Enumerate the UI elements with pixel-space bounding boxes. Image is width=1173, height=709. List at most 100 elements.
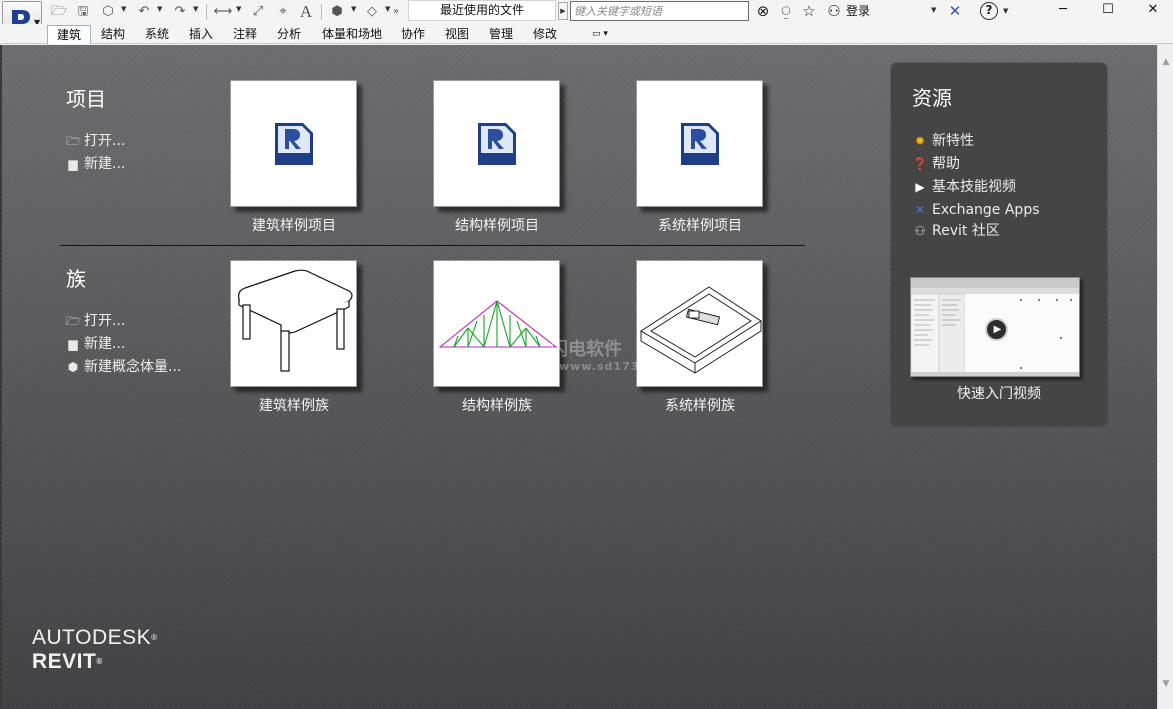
family-open-link[interactable]: 🗁 打开... [66, 311, 125, 331]
undo-icon[interactable]: ↶ [134, 3, 154, 20]
sample-family-architecture[interactable] [230, 260, 357, 387]
revit-community-link[interactable]: ⚇ Revit 社区 [912, 221, 1000, 241]
sample-project-structure[interactable] [433, 80, 560, 207]
scroll-down-icon[interactable]: ▼ [1158, 679, 1173, 695]
tab-architecture[interactable]: 建筑 [47, 25, 91, 44]
vertical-scrollbar[interactable]: ▲ ▼ [1157, 45, 1173, 709]
tab-manage[interactable]: 管理 [483, 25, 519, 44]
recent-files-title: 最近使用的文件 [408, 0, 556, 21]
star-burst-icon: ✹ [914, 134, 926, 148]
sync-icon[interactable]: ⬡ [98, 3, 118, 20]
quick-start-video-thumbnail[interactable]: ▶ [910, 277, 1080, 377]
cube-icon: ⬢ [67, 360, 79, 374]
close-button[interactable]: ✕ [1130, 0, 1173, 22]
save-icon[interactable]: 🖫 [74, 3, 92, 20]
autodesk-revit-brand: AUTODESK® REVIT® [32, 626, 158, 674]
chevron-down-icon[interactable]: ▼ [385, 5, 390, 13]
help-link[interactable]: ❓ 帮助 [912, 154, 960, 174]
quick-start-video-label[interactable]: 快速入门视频 [891, 383, 1107, 403]
brand-autodesk: AUTODESK® [32, 626, 158, 649]
3d-view-icon[interactable]: ⬢ [327, 3, 347, 20]
watermark-text: 闪电软件 [550, 339, 622, 360]
text-icon[interactable]: A [296, 3, 316, 20]
maximize-button[interactable]: ☐ [1085, 0, 1131, 22]
chevron-down-icon[interactable]: ▼ [193, 5, 198, 13]
exchange-apps-icon[interactable]: ✕ [945, 2, 965, 20]
section-icon[interactable]: ◇ [362, 3, 382, 20]
new-document-icon: ▆ [68, 337, 78, 351]
chevron-down-icon[interactable]: ▼ [236, 5, 241, 13]
play-icon[interactable]: ▶ [985, 318, 1008, 341]
tab-annotate[interactable]: 注释 [227, 25, 263, 44]
help-icon[interactable]: ? [980, 2, 998, 20]
open-folder-icon: 🗁 [66, 134, 81, 148]
essential-skills-videos-link[interactable]: ▶ 基本技能视频 [912, 177, 1016, 197]
favorites-star-icon[interactable]: ☆ [800, 2, 818, 20]
sample-family-structure-label[interactable]: 结构样例族 [417, 395, 577, 415]
aligned-dimension-icon[interactable]: ⤢ [248, 3, 268, 20]
binoculars-icon[interactable]: ⊗ [754, 2, 772, 20]
new-document-icon: ▆ [68, 157, 78, 171]
search-expand-icon[interactable]: ▶ [558, 2, 568, 20]
minimize-button[interactable]: ─ [1040, 0, 1086, 22]
sample-family-systems-label[interactable]: 系统样例族 [620, 395, 780, 415]
subscription-icon[interactable]: ⍜ [777, 2, 795, 20]
whats-new-link[interactable]: ✹ 新特性 [912, 131, 974, 151]
tab-systems[interactable]: 系统 [139, 25, 175, 44]
chevron-down-icon[interactable]: ▼ [351, 5, 356, 13]
project-open-label: 打开... [84, 133, 126, 149]
measure-icon[interactable]: ⟷ [212, 3, 234, 20]
tab-structure[interactable]: 结构 [95, 25, 131, 44]
family-new-link[interactable]: ▆ 新建... [66, 334, 125, 354]
project-new-label: 新建... [84, 156, 126, 172]
help-icon: ❓ [912, 157, 928, 171]
sign-in-button[interactable]: 登录 [846, 3, 870, 19]
user-icon[interactable]: ⚇ [825, 2, 843, 20]
resources-panel: 资源 ✹ 新特性 ❓ 帮助 ▶ 基本技能视频 ✕ Exchange Apps ⚇ Revi… [891, 63, 1107, 426]
new-conceptual-mass-link[interactable]: ⬢ 新建概念体量... [66, 357, 182, 377]
chevron-down-icon[interactable]: ▼ [157, 5, 162, 13]
chevron-down-icon[interactable]: ▼ [931, 6, 936, 14]
title-bar: ▼ 🗁 🖫 ⬡ ▼ ↶ ▼ ↷ ▼ ⟷ ▼ ⤢ ⌖ A ⬢ ▼ ◇ ▼ » 最近… [0, 0, 1173, 41]
tab-modify[interactable]: 修改 [527, 25, 563, 44]
revit-project-icon [681, 123, 719, 165]
sample-family-architecture-label[interactable]: 建筑样例族 [214, 395, 374, 415]
tab-view[interactable]: 视图 [439, 25, 475, 44]
open-folder-icon[interactable]: 🗁 [50, 3, 68, 20]
sample-project-structure-label[interactable]: 结构样例项目 [417, 215, 577, 235]
truss-family-icon [438, 300, 558, 348]
scroll-up-icon[interactable]: ▲ [1158, 57, 1173, 73]
tab-collaborate[interactable]: 协作 [395, 25, 431, 44]
sample-project-architecture-label[interactable]: 建筑样例项目 [214, 215, 374, 235]
chevron-down-icon[interactable]: ▼ [121, 5, 126, 13]
ribbon-minimize-toggle-icon[interactable]: ▭ ▾ [585, 25, 615, 44]
essential-skills-videos-label: 基本技能视频 [932, 179, 1016, 195]
whats-new-label: 新特性 [932, 133, 974, 149]
tag-icon[interactable]: ⌖ [273, 3, 293, 20]
sample-project-systems[interactable] [636, 80, 763, 207]
tab-insert[interactable]: 插入 [183, 25, 219, 44]
resources-heading: 资源 [912, 86, 952, 110]
ribbon-tab-bar: 建筑 结构 系统 插入 注释 分析 体量和场地 协作 视图 管理 修改 ▭ ▾ [0, 24, 1173, 44]
chevron-down-icon[interactable]: ▼ [1003, 7, 1008, 15]
more-icon[interactable]: » [391, 3, 401, 20]
video-icon: ▶ [915, 180, 925, 194]
search-input[interactable] [570, 1, 749, 21]
revit-community-label: Revit 社区 [932, 223, 1000, 239]
sample-project-architecture[interactable] [230, 80, 357, 207]
revit-project-icon [275, 123, 313, 165]
exchange-apps-link[interactable]: ✕ Exchange Apps [912, 200, 1040, 220]
new-conceptual-mass-label: 新建概念体量... [84, 359, 182, 375]
redo-icon[interactable]: ↷ [170, 3, 190, 20]
toolbar-divider [206, 4, 207, 20]
sample-family-structure[interactable] [433, 260, 560, 387]
tab-analyze[interactable]: 分析 [271, 25, 307, 44]
open-folder-icon: 🗁 [66, 314, 81, 328]
table-family-icon [238, 269, 353, 372]
revit-project-icon [478, 123, 516, 165]
families-heading: 族 [66, 267, 86, 291]
project-new-link[interactable]: ▆ 新建... [66, 154, 125, 174]
tab-massing-site[interactable]: 体量和场地 [316, 25, 388, 44]
project-open-link[interactable]: 🗁 打开... [66, 131, 125, 151]
sample-project-systems-label[interactable]: 系统样例项目 [620, 215, 780, 235]
